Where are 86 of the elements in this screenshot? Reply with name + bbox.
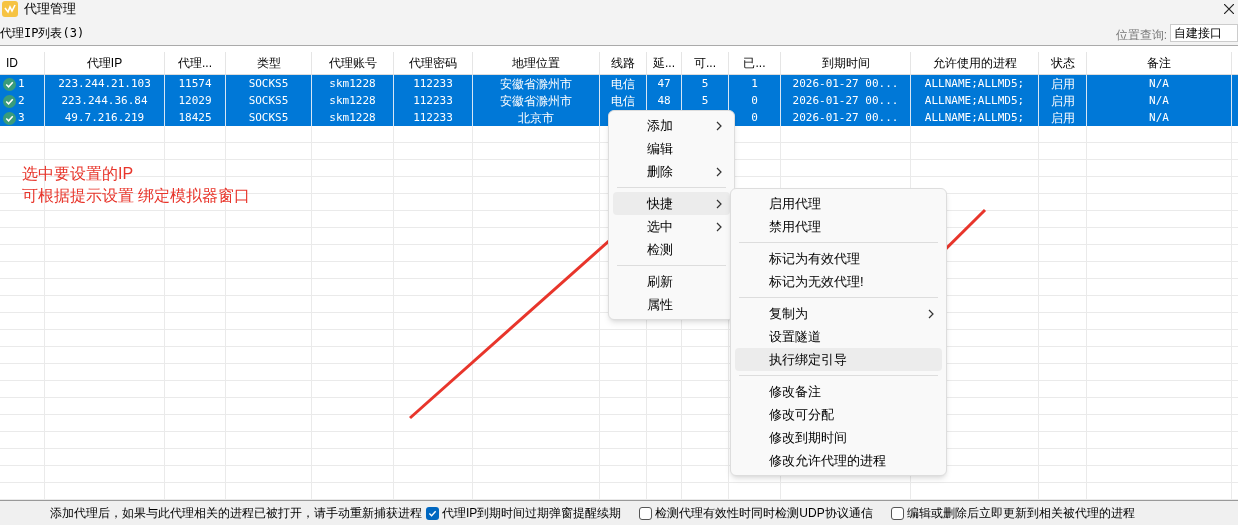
- menu-item[interactable]: 修改允许代理的进程: [735, 449, 942, 472]
- table-cell-text: 2: [18, 92, 25, 109]
- table-cell-text: skm1228: [329, 109, 376, 126]
- table-cell-text: 112233: [413, 92, 453, 109]
- table-cell-text: 2026-01-27 00...: [792, 92, 899, 109]
- column-header[interactable]: 代理账号: [328, 54, 377, 72]
- column-header[interactable]: 线路: [611, 54, 635, 72]
- column-header[interactable]: 代理IP: [86, 54, 123, 72]
- menu-item[interactable]: 标记为有效代理: [735, 247, 942, 270]
- menu-item[interactable]: 禁用代理: [735, 215, 942, 238]
- table-cell-text: N/A: [1149, 92, 1169, 109]
- checkbox-label[interactable]: 编辑或删除后立即更新到相关被代理的进程: [906, 504, 1135, 522]
- table-cell-text: 北京市: [518, 110, 554, 127]
- column-header[interactable]: 到期时间: [821, 54, 870, 72]
- table-cell-text: ALLNAME;ALLMD5;: [924, 75, 1025, 92]
- table-cell-text: 5: [701, 75, 709, 92]
- table-cell-text: 0: [751, 92, 758, 109]
- table-cell-text: SOCKS5: [248, 109, 289, 126]
- column-header[interactable]: 允许使用的进程: [932, 54, 1017, 72]
- list-label: 代理IP列表(3): [0, 25, 85, 42]
- column-header[interactable]: 代理...: [178, 54, 212, 72]
- table-cell-text: skm1228: [329, 75, 376, 92]
- table-cell-text: 49.7.216.219: [64, 109, 145, 126]
- menu-item[interactable]: 编辑: [613, 137, 730, 160]
- table-cell-text: SOCKS5: [248, 75, 289, 92]
- column-header[interactable]: 延...: [653, 54, 675, 72]
- table-cell-text: N/A: [1149, 109, 1169, 126]
- location-query-label: 位置查询:: [1115, 27, 1167, 44]
- status-note: 添加代理后，如果与此代理相关的进程已被打开，请手动重新捕获进程: [50, 505, 422, 522]
- table-cell-text: 18425: [178, 109, 212, 126]
- table-cell-text: 启用: [1050, 93, 1075, 110]
- table-cell-text: 47: [657, 75, 671, 92]
- window-title: 代理管理: [24, 0, 76, 19]
- column-header[interactable]: 备注: [1147, 54, 1171, 72]
- menu-item[interactable]: 执行绑定引导: [735, 348, 942, 371]
- table-cell-text: 电信: [611, 93, 635, 110]
- table-cell-text: 3: [18, 109, 25, 126]
- table-cell-text: 0: [751, 109, 758, 126]
- table-cell-text: 安徽省滁州市: [500, 76, 572, 93]
- menu-item[interactable]: 复制为: [735, 302, 942, 325]
- menu-item[interactable]: 添加: [613, 114, 730, 137]
- table-cell-text: 2026-01-27 00...: [792, 75, 899, 92]
- table-cell-text: 电信: [611, 76, 635, 93]
- annotation-text: 选中要设置的IP: [22, 164, 135, 184]
- menu-item[interactable]: 快捷: [613, 192, 730, 215]
- table-cell-text: 1: [18, 75, 25, 92]
- table-cell-text: 安徽省滁州市: [500, 93, 572, 110]
- checkbox-label[interactable]: 检测代理有效性时同时检测UDP协议通信: [655, 504, 873, 522]
- menu-item[interactable]: 刷新: [613, 270, 730, 293]
- table-cell-text: skm1228: [329, 92, 376, 109]
- column-header[interactable]: 可...: [694, 54, 716, 72]
- table-cell-text: SOCKS5: [248, 92, 289, 109]
- column-header[interactable]: ID: [6, 54, 18, 72]
- checkbox-label[interactable]: 代理IP到期时间过期弹窗提醒续期: [442, 504, 622, 522]
- table-cell-text: ALLNAME;ALLMD5;: [924, 92, 1025, 109]
- menu-item[interactable]: 修改备注: [735, 380, 942, 403]
- menu-item[interactable]: 标记为无效代理!: [735, 270, 942, 293]
- menu-item[interactable]: 删除: [613, 160, 730, 183]
- menu-item[interactable]: 修改可分配: [735, 403, 942, 426]
- table-cell-text: 112233: [413, 75, 453, 92]
- table-cell-text: ALLNAME;ALLMD5;: [924, 109, 1025, 126]
- table-cell-text: N/A: [1149, 75, 1169, 92]
- table-cell-text: 48: [657, 92, 671, 109]
- menu-item[interactable]: 属性: [613, 293, 730, 316]
- table-cell-text: 12029: [178, 92, 212, 109]
- table-cell-text: 启用: [1050, 76, 1075, 93]
- table-cell-text: 112233: [413, 109, 453, 126]
- column-header[interactable]: 状态: [1050, 54, 1075, 72]
- annotation-text: 可根据提示设置 绑定模拟器窗口: [22, 186, 251, 206]
- column-header[interactable]: 代理密码: [409, 54, 457, 72]
- column-header[interactable]: 地理位置: [512, 54, 560, 72]
- column-header[interactable]: 已...: [743, 54, 766, 72]
- table-cell-text: 2026-01-27 00...: [792, 109, 899, 126]
- table-cell-text: 启用: [1050, 110, 1075, 127]
- table-cell-text: 223.244.36.84: [61, 92, 148, 109]
- location-select[interactable]: 自建接口: [1170, 24, 1238, 42]
- menu-item[interactable]: 检测: [613, 238, 730, 261]
- table-cell-text: 1: [751, 75, 758, 92]
- menu-item[interactable]: 选中: [613, 215, 730, 238]
- table-cell-text: 5: [701, 92, 709, 109]
- table-cell-text: 223.244.21.103: [58, 75, 151, 92]
- table-cell-text: 11574: [178, 75, 212, 92]
- column-header[interactable]: 类型: [256, 54, 281, 72]
- menu-item[interactable]: 设置隧道: [735, 325, 942, 348]
- menu-item[interactable]: 启用代理: [735, 192, 942, 215]
- menu-item[interactable]: 修改到期时间: [735, 426, 942, 449]
